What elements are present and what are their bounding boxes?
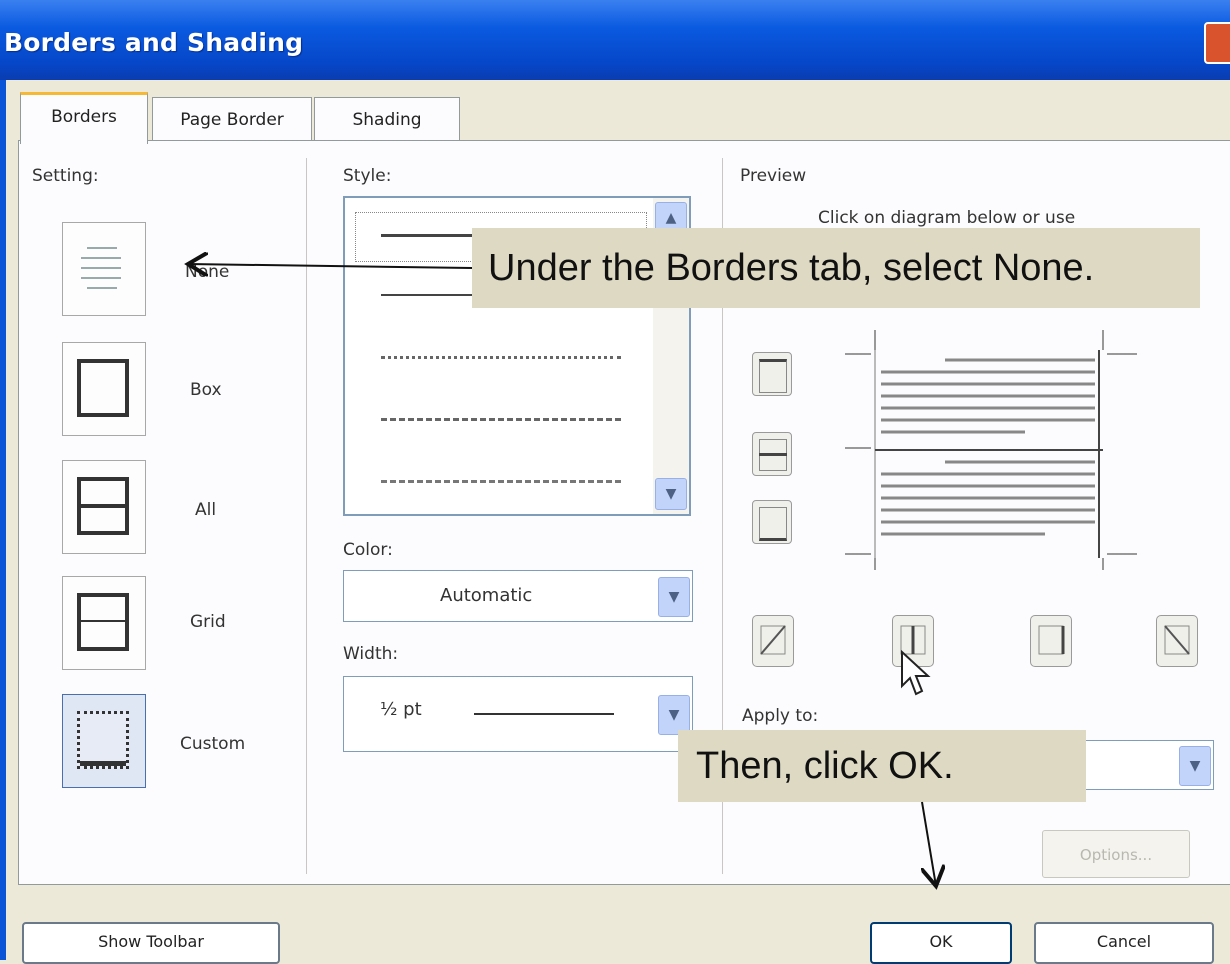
setting-box-label[interactable]: Box xyxy=(190,380,222,400)
box-preview-icon xyxy=(77,359,129,417)
setting-label: Setting: xyxy=(32,166,99,186)
scroll-down-icon[interactable]: ▼ xyxy=(655,478,687,510)
width-select[interactable]: ½ pt ▼ xyxy=(343,676,693,752)
tab-shading[interactable]: Shading xyxy=(314,97,460,141)
preview-diagram[interactable] xyxy=(845,330,1145,570)
style-label: Style: xyxy=(343,166,392,186)
grid-preview-icon xyxy=(77,593,129,651)
show-toolbar-button[interactable]: Show Toolbar xyxy=(22,922,280,964)
setting-custom-icon[interactable] xyxy=(62,694,146,788)
chevron-down-icon[interactable]: ▼ xyxy=(658,577,690,617)
tab-borders[interactable]: Borders xyxy=(20,92,148,144)
setting-box-icon[interactable] xyxy=(62,342,146,436)
setting-none-label[interactable]: None xyxy=(185,262,229,282)
diagonal-down-button[interactable] xyxy=(1156,615,1198,667)
custom-preview-icon xyxy=(77,711,129,769)
all-preview-icon xyxy=(77,477,129,535)
close-button[interactable] xyxy=(1204,22,1230,64)
title-bar: Borders and Shading xyxy=(0,0,1230,80)
style-line-dashdot[interactable] xyxy=(381,480,621,483)
none-preview-icon xyxy=(77,239,129,297)
top-border-button[interactable] xyxy=(752,352,792,396)
color-value: Automatic xyxy=(440,585,533,606)
setting-custom-label[interactable]: Custom xyxy=(180,734,245,754)
right-border-button[interactable] xyxy=(1030,615,1072,667)
width-label: Width: xyxy=(343,644,399,664)
diagonal-up-button[interactable] xyxy=(752,615,794,667)
separator xyxy=(306,158,307,874)
callout-borders-tab: Under the Borders tab, select None. xyxy=(472,228,1200,308)
preview-hint: Click on diagram below or use xyxy=(818,208,1076,228)
setting-grid-icon[interactable] xyxy=(62,576,146,670)
dialog-title: Borders and Shading xyxy=(4,28,304,57)
setting-grid-label[interactable]: Grid xyxy=(190,612,226,632)
mouse-cursor-icon xyxy=(901,650,931,696)
width-line-sample xyxy=(474,713,614,715)
bottom-border-button[interactable] xyxy=(752,500,792,544)
inside-horizontal-button[interactable] xyxy=(752,432,792,476)
options-button[interactable]: Options... xyxy=(1042,830,1190,878)
cancel-button[interactable]: Cancel xyxy=(1034,922,1214,964)
tab-shading-label: Shading xyxy=(352,110,422,130)
style-line-dotted[interactable] xyxy=(381,356,621,359)
setting-none-icon[interactable] xyxy=(62,222,146,316)
ok-button[interactable]: OK xyxy=(870,922,1012,964)
style-line-dashed[interactable] xyxy=(381,418,621,421)
color-select[interactable]: Automatic ▼ xyxy=(343,570,693,622)
setting-all-icon[interactable] xyxy=(62,460,146,554)
chevron-down-icon[interactable]: ▼ xyxy=(658,695,690,735)
preview-label: Preview xyxy=(740,166,807,186)
tab-page-border[interactable]: Page Border xyxy=(152,97,312,141)
tab-page-border-label: Page Border xyxy=(180,110,284,130)
callout-click-ok: Then, click OK. xyxy=(678,730,1086,802)
setting-all-label[interactable]: All xyxy=(195,500,216,520)
tab-borders-label: Borders xyxy=(51,107,117,127)
color-label: Color: xyxy=(343,540,393,560)
chevron-down-icon[interactable]: ▼ xyxy=(1179,746,1211,786)
width-value: ½ pt xyxy=(380,699,422,720)
apply-to-label: Apply to: xyxy=(742,706,819,726)
